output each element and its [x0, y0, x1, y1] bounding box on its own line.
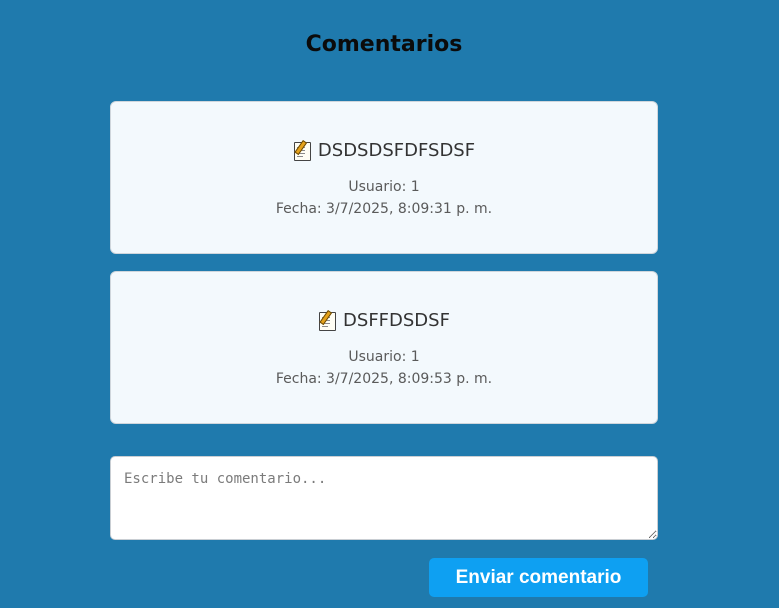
comment-text: DSDSDSFDFSDSF — [317, 139, 476, 161]
comment-user: Usuario: 1 — [348, 349, 420, 365]
submit-comment-button[interactable]: Enviar comentario — [429, 558, 648, 597]
comment-text: DSFFDSDSF — [343, 309, 450, 331]
comment-card: DSDSDSFDFSDSF Usuario: 1 Fecha: 3/7/2025… — [110, 101, 658, 254]
comments-list: DSDSDSFDFSDSF Usuario: 1 Fecha: 3/7/2025… — [110, 101, 658, 441]
page-title: Comentarios — [305, 32, 463, 57]
comment-user: Usuario: 1 — [348, 179, 420, 195]
comment-meta: Usuario: 1 Fecha: 3/7/2025, 8:09:31 p. m… — [111, 176, 657, 220]
memo-icon — [318, 310, 337, 331]
comment-header: DSDSDSFDFSDSF — [111, 138, 657, 162]
comment-input[interactable] — [110, 456, 658, 540]
comment-card: DSFFDSDSF Usuario: 1 Fecha: 3/7/2025, 8:… — [110, 271, 658, 424]
comment-date: Fecha: 3/7/2025, 8:09:31 p. m. — [275, 201, 493, 217]
memo-icon — [293, 140, 311, 161]
comments-page: Comentarios DSDSDSFDFSDSF Usuario: 1 Fec… — [0, 0, 779, 608]
comment-header: DSFFDSDSF — [111, 308, 657, 332]
comment-date: Fecha: 3/7/2025, 8:09:53 p. m. — [275, 371, 493, 387]
comment-meta: Usuario: 1 Fecha: 3/7/2025, 8:09:53 p. m… — [111, 346, 657, 390]
